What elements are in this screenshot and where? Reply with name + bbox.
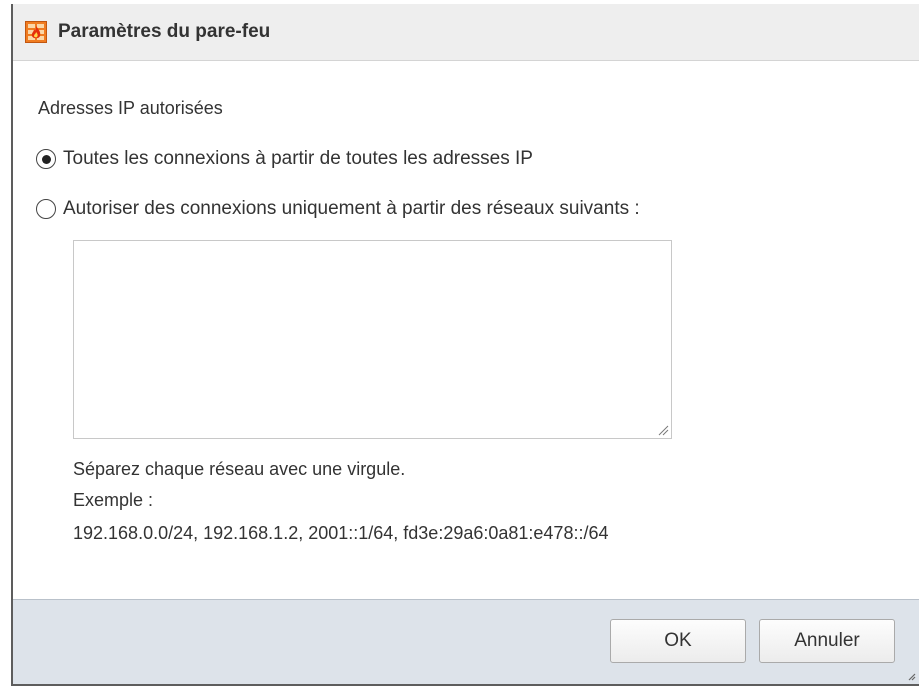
cancel-button[interactable]: Annuler xyxy=(759,619,895,663)
networks-textarea[interactable] xyxy=(73,240,672,439)
firewall-settings-dialog: Paramètres du pare-feu Adresses IP autor… xyxy=(11,4,919,686)
help-example-label: Exemple : xyxy=(73,490,154,510)
dialog-titlebar[interactable]: Paramètres du pare-feu xyxy=(13,4,919,61)
resize-grip-icon[interactable] xyxy=(657,424,669,436)
dialog-resize-grip-icon[interactable] xyxy=(906,671,916,681)
ok-button[interactable]: OK xyxy=(610,619,746,663)
radio-button-specific-networks[interactable] xyxy=(36,199,56,219)
help-example-value: 192.168.0.0/24, 192.168.1.2, 2001::1/64,… xyxy=(73,523,609,543)
option-specific-networks-label[interactable]: Autoriser des connexions uniquement à pa… xyxy=(63,198,640,220)
radio-button-all-connections[interactable] xyxy=(36,149,56,169)
firewall-icon xyxy=(25,21,47,43)
radio-selected-dot xyxy=(41,154,51,164)
option-all-connections[interactable]: Toutes les connexions à partir de toutes… xyxy=(36,148,533,170)
allowed-ip-label: Adresses IP autorisées xyxy=(38,98,223,118)
help-separator-text: Séparez chaque réseau avec une virgule. xyxy=(73,459,406,479)
option-specific-networks[interactable]: Autoriser des connexions uniquement à pa… xyxy=(36,198,640,220)
option-all-connections-label[interactable]: Toutes les connexions à partir de toutes… xyxy=(63,148,533,170)
dialog-footer: OK Annuler xyxy=(13,599,919,684)
dialog-title: Paramètres du pare-feu xyxy=(58,21,271,42)
